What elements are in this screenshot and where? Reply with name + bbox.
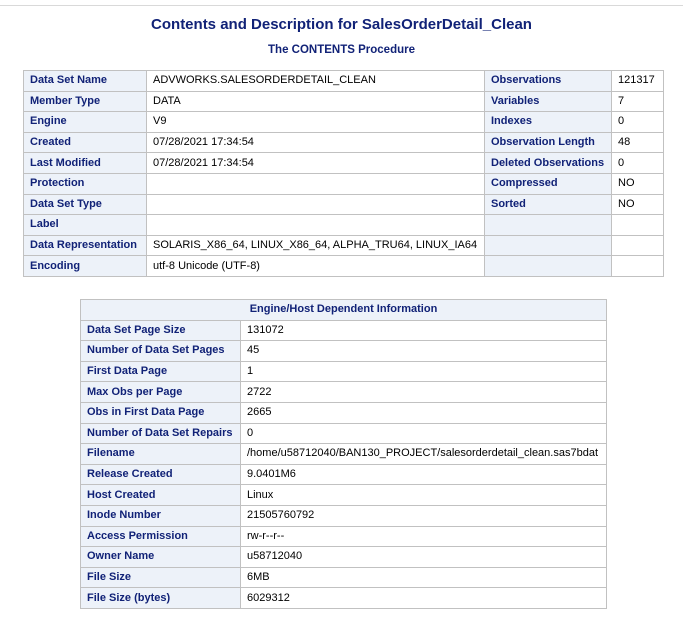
attribute-value: V9 <box>146 111 485 133</box>
attribute-value: ADVWORKS.SALESORDERDETAIL_CLEAN <box>146 70 485 92</box>
table-row: Data Set Name ADVWORKS.SALESORDERDETAIL_… <box>23 70 664 92</box>
attribute-label: Data Set Type <box>23 193 147 216</box>
engine-value: Linux <box>240 484 607 506</box>
attribute-value: utf-8 Unicode (UTF-8) <box>146 255 485 277</box>
attribute-label: Last Modified <box>23 152 147 174</box>
engine-value: 2665 <box>240 401 607 424</box>
attribute-label: Sorted <box>484 193 612 216</box>
table-row: Number of Data Set Repairs 0 <box>80 422 607 445</box>
top-divider <box>0 5 683 6</box>
attribute-value: 0 <box>611 152 664 174</box>
table-row: Inode Number 21505760792 <box>80 504 607 527</box>
page-title: Contents and Description for SalesOrderD… <box>151 16 532 33</box>
table-row: Label <box>23 214 664 236</box>
engine-value: 6MB <box>240 566 607 589</box>
table-row: Filename /home/u58712040/BAN130_PROJECT/… <box>80 443 607 465</box>
attribute-value: DATA <box>146 90 485 113</box>
engine-label: Release Created <box>80 463 241 486</box>
engine-value: 9.0401M6 <box>240 463 607 486</box>
engine-label: File Size <box>80 566 241 589</box>
attribute-value: 121317 <box>611 70 664 92</box>
engine-value: 6029312 <box>240 587 607 609</box>
table-row: File Size (bytes) 6029312 <box>80 587 607 609</box>
attribute-label <box>484 214 612 236</box>
table-row: Host Created Linux <box>80 484 607 506</box>
table-row: Access Permission rw-r--r-- <box>80 525 607 548</box>
attribute-value: 07/28/2021 17:34:54 <box>146 152 485 174</box>
attribute-label: Data Representation <box>23 234 147 257</box>
attribute-label: Label <box>23 214 147 236</box>
attribute-value <box>611 234 664 257</box>
engine-value: u58712040 <box>240 546 607 568</box>
attribute-label <box>484 255 612 277</box>
attribute-label: Created <box>23 131 147 154</box>
table-row: Protection Compressed NO <box>23 172 664 195</box>
attribute-value <box>611 214 664 236</box>
table-row: Member Type DATA Variables 7 <box>23 90 664 113</box>
attribute-label: Engine <box>23 111 147 133</box>
engine-label: Number of Data Set Pages <box>80 340 241 362</box>
attribute-label: Observation Length <box>484 131 612 154</box>
attribute-label: Observations <box>484 70 612 92</box>
procedure-subtitle: The CONTENTS Procedure <box>268 44 415 56</box>
attribute-value <box>146 193 485 216</box>
engine-label: Number of Data Set Repairs <box>80 422 241 445</box>
dataset-attributes-table: Data Set Name ADVWORKS.SALESORDERDETAIL_… <box>23 70 664 277</box>
table-row: Number of Data Set Pages 45 <box>80 340 607 362</box>
engine-table-header: Engine/Host Dependent Information <box>80 299 607 321</box>
table-row: First Data Page 1 <box>80 360 607 383</box>
table-row: Encoding utf-8 Unicode (UTF-8) <box>23 255 664 277</box>
engine-label: Inode Number <box>80 504 241 527</box>
engine-label: Obs in First Data Page <box>80 401 241 424</box>
attribute-label: Protection <box>23 172 147 195</box>
attribute-label: Compressed <box>484 172 612 195</box>
attribute-value <box>146 214 485 236</box>
attribute-label <box>484 234 612 257</box>
attribute-label: Encoding <box>23 255 147 277</box>
engine-value: 45 <box>240 340 607 362</box>
attribute-label: Member Type <box>23 90 147 113</box>
engine-label: Data Set Page Size <box>80 319 241 342</box>
table-row: Last Modified 07/28/2021 17:34:54 Delete… <box>23 152 664 174</box>
engine-label: Owner Name <box>80 546 241 568</box>
table-row: Release Created 9.0401M6 <box>80 463 607 486</box>
table-row: Data Representation SOLARIS_X86_64, LINU… <box>23 234 664 257</box>
table-header-row: Engine/Host Dependent Information <box>80 299 607 321</box>
attribute-value: SOLARIS_X86_64, LINUX_X86_64, ALPHA_TRU6… <box>146 234 485 257</box>
table-row: Created 07/28/2021 17:34:54 Observation … <box>23 131 664 154</box>
attribute-value <box>146 172 485 195</box>
attribute-value: 48 <box>611 131 664 154</box>
attribute-value: 07/28/2021 17:34:54 <box>146 131 485 154</box>
engine-value: 2722 <box>240 381 607 403</box>
attribute-label: Deleted Observations <box>484 152 612 174</box>
engine-value: /home/u58712040/BAN130_PROJECT/salesorde… <box>240 443 607 465</box>
engine-label: Max Obs per Page <box>80 381 241 403</box>
table-row: Engine V9 Indexes 0 <box>23 111 664 133</box>
engine-host-info-table: Engine/Host Dependent Information Data S… <box>80 299 607 609</box>
attribute-label: Indexes <box>484 111 612 133</box>
attribute-label: Data Set Name <box>23 70 147 92</box>
engine-value: 131072 <box>240 319 607 342</box>
table-row: Max Obs per Page 2722 <box>80 381 607 403</box>
attribute-value <box>611 255 664 277</box>
engine-label: First Data Page <box>80 360 241 383</box>
attribute-value: NO <box>611 193 664 216</box>
attribute-value: NO <box>611 172 664 195</box>
engine-label: Filename <box>80 443 241 465</box>
attribute-value: 7 <box>611 90 664 113</box>
engine-value: 1 <box>240 360 607 383</box>
table-row: File Size 6MB <box>80 566 607 589</box>
engine-value: 0 <box>240 422 607 445</box>
table-row: Data Set Type Sorted NO <box>23 193 664 216</box>
attribute-label: Variables <box>484 90 612 113</box>
table-row: Owner Name u58712040 <box>80 546 607 568</box>
attribute-value: 0 <box>611 111 664 133</box>
engine-value: rw-r--r-- <box>240 525 607 548</box>
table-row: Obs in First Data Page 2665 <box>80 401 607 424</box>
engine-label: Access Permission <box>80 525 241 548</box>
table-row: Data Set Page Size 131072 <box>80 319 607 342</box>
engine-value: 21505760792 <box>240 504 607 527</box>
engine-label: Host Created <box>80 484 241 506</box>
engine-label: File Size (bytes) <box>80 587 241 609</box>
